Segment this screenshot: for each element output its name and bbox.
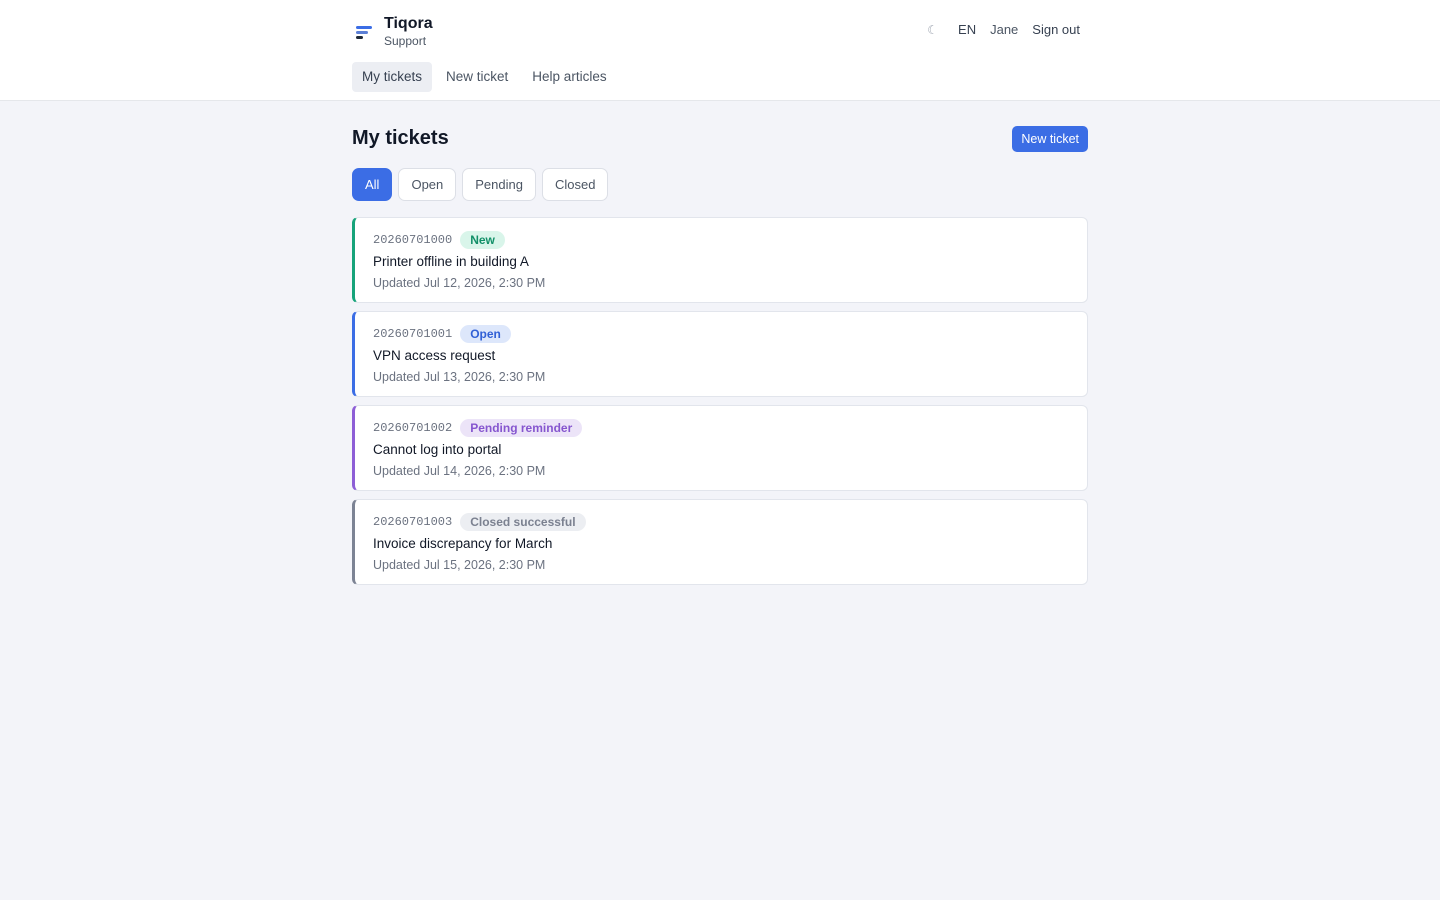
ticket-id: 20260701000 (373, 233, 453, 247)
ticket-card[interactable]: 20260701000 New Printer offline in build… (352, 217, 1088, 303)
nav-my-tickets[interactable]: My tickets (352, 62, 433, 92)
ticket-updated: Updated Jul 12, 2026, 2:30 PM (373, 276, 546, 290)
filter-all[interactable]: All (352, 168, 393, 201)
brand[interactable]: Tiqora Support (352, 14, 433, 47)
language-selector[interactable]: EN (958, 22, 976, 37)
status-filters: All Open Pending Closed (352, 168, 1088, 201)
status-badge: Open (460, 325, 511, 343)
ticket-list: 20260701000 New Printer offline in build… (352, 217, 1088, 585)
filter-open[interactable]: Open (398, 168, 457, 201)
moon-icon[interactable]: ☾ (927, 23, 938, 37)
nav-new-ticket[interactable]: New ticket (436, 62, 518, 92)
top-actions: ☾ EN Jane Sign out (927, 22, 1080, 37)
ticket-card[interactable]: 20260701001 Open VPN access request Upda… (352, 311, 1088, 397)
user-name[interactable]: Jane (990, 22, 1018, 37)
sign-out-link[interactable]: Sign out (1032, 22, 1080, 37)
main-content: My tickets New ticket All Open Pending C… (352, 125, 1088, 585)
status-badge: Pending reminder (460, 419, 583, 437)
new-ticket-button[interactable]: New ticket (1012, 125, 1088, 152)
app-header: Tiqora Support ☾ EN Jane Sign out My tic… (0, 0, 1440, 101)
ticket-title: Invoice discrepancy for March (373, 536, 553, 551)
ticket-title: VPN access request (373, 348, 496, 363)
menu-lines-icon (352, 15, 384, 47)
status-badge: Closed successful (460, 513, 586, 531)
ticket-title: Printer offline in building A (373, 254, 529, 269)
brand-name: Tiqora (384, 15, 433, 32)
page-title: My tickets (352, 127, 449, 149)
nav-help-articles[interactable]: Help articles (522, 62, 616, 92)
brand-subtitle: Support (384, 34, 427, 48)
ticket-id: 20260701002 (373, 421, 453, 435)
ticket-id: 20260701003 (373, 515, 453, 529)
filter-pending[interactable]: Pending (462, 168, 536, 201)
filter-closed[interactable]: Closed (541, 168, 609, 201)
ticket-title: Cannot log into portal (373, 442, 502, 457)
ticket-card[interactable]: 20260701002 Pending reminder Cannot log … (352, 405, 1088, 491)
main-nav: My tickets New ticket Help articles (352, 62, 617, 92)
ticket-card[interactable]: 20260701003 Closed successful Invoice di… (352, 499, 1088, 585)
ticket-updated: Updated Jul 14, 2026, 2:30 PM (373, 464, 546, 478)
ticket-updated: Updated Jul 13, 2026, 2:30 PM (373, 370, 546, 384)
ticket-id: 20260701001 (373, 327, 453, 341)
ticket-updated: Updated Jul 15, 2026, 2:30 PM (373, 558, 546, 572)
status-badge: New (460, 231, 505, 249)
